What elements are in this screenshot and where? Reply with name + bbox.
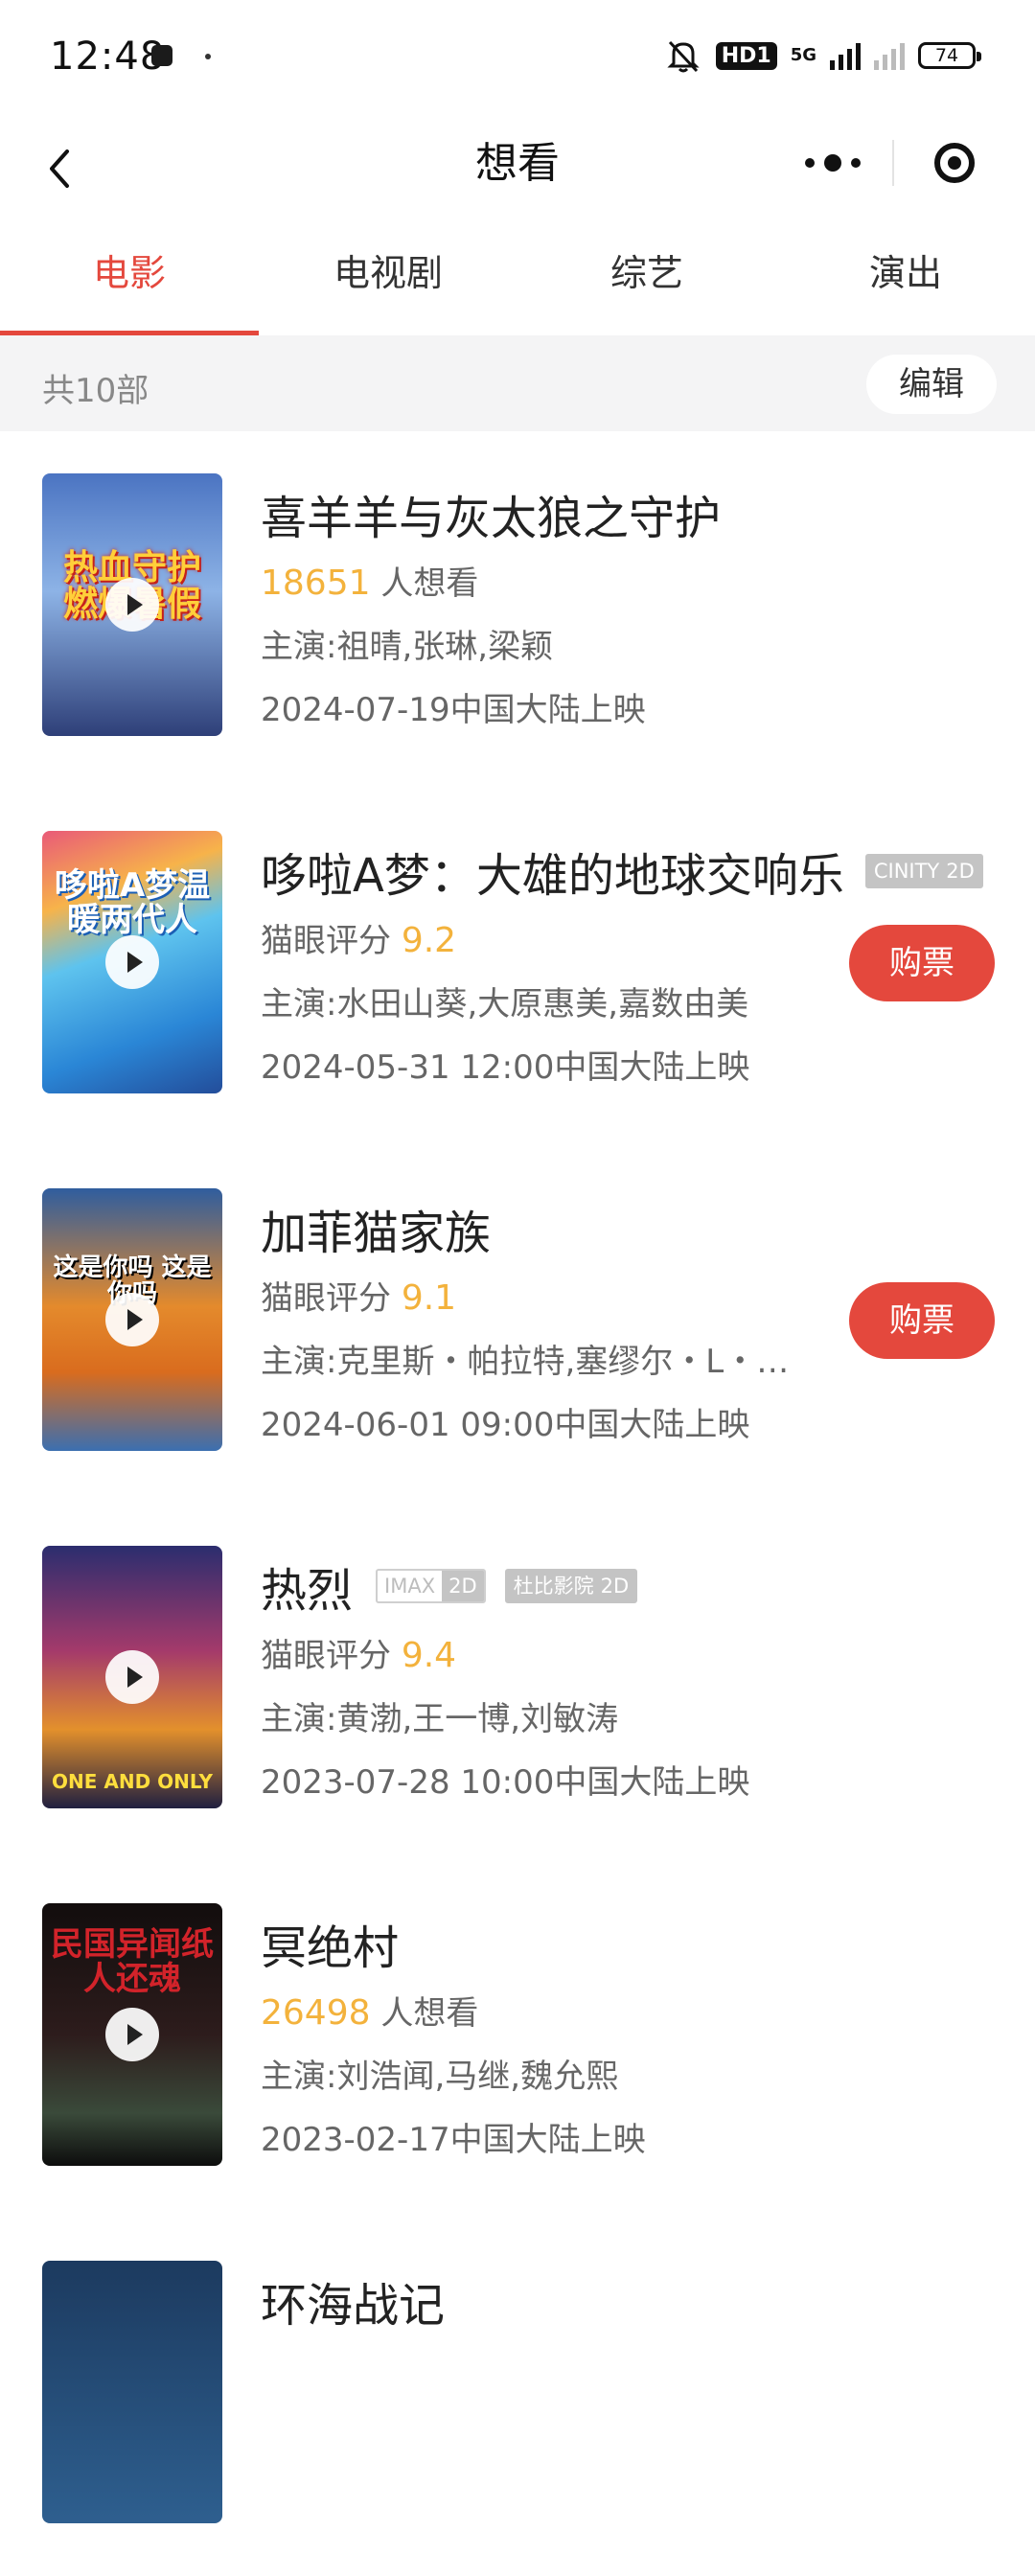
movie-poster[interactable]: 这是你吗 这是你吗 bbox=[42, 1188, 222, 1451]
movie-poster[interactable] bbox=[42, 2261, 222, 2523]
nav-bar: 想看 bbox=[0, 115, 1035, 220]
movie-release: 2023-07-28 10:00中国大陆上映 bbox=[261, 1763, 750, 1802]
movie-cast: 主演:刘浩闻,马继,魏允熙 bbox=[261, 2058, 619, 2096]
movie-title: 加菲猫家族 bbox=[261, 1207, 492, 1260]
dolby-tag: 杜比影院 2D bbox=[504, 1569, 638, 1603]
want-label: 人想看 bbox=[370, 1994, 479, 2033]
play-icon[interactable] bbox=[105, 2008, 159, 2061]
network-type: 5G bbox=[790, 45, 816, 65]
list-summary-bar: 共10部 编辑 bbox=[0, 335, 1035, 431]
want-count: 26498 bbox=[261, 1993, 371, 2033]
tab-variety[interactable]: 综艺 bbox=[518, 220, 776, 335]
movie-list-item[interactable]: 这是你吗 这是你吗 加菲猫家族 猫眼评分 9.1 主演:克里斯・帕拉特,塞缪尔・… bbox=[0, 1146, 1035, 1504]
movie-release: 2024-07-19中国大陆上映 bbox=[261, 691, 646, 729]
movie-list: 热血守护燃爆暑假 喜羊羊与灰太狼之守护 18651 人想看 主演:祖晴,张琳,梁… bbox=[0, 431, 1035, 2576]
movie-title: 喜羊羊与灰太狼之守护 bbox=[261, 492, 722, 545]
poster-text: ONE AND ONLY bbox=[52, 1770, 213, 1793]
tag-format: CINITY bbox=[873, 860, 940, 883]
tab-movies[interactable]: 电影 bbox=[0, 220, 259, 335]
imax-tag: IMAX 2D bbox=[376, 1569, 486, 1603]
poster-text: 哆啦A梦温暖两代人 bbox=[54, 866, 211, 939]
more-icon[interactable] bbox=[772, 125, 892, 201]
play-icon[interactable] bbox=[105, 1650, 159, 1704]
play-icon[interactable] bbox=[105, 578, 159, 632]
movie-list-item[interactable]: 民国异闻纸人还魂 冥绝村 26498 人想看 主演:刘浩闻,马继,魏允熙 202… bbox=[0, 1861, 1035, 2219]
movie-info: 环海战记 bbox=[261, 2270, 1006, 2333]
movie-metric: 猫眼评分 9.4 bbox=[261, 1632, 1006, 1680]
play-icon[interactable] bbox=[105, 935, 159, 989]
want-label: 人想看 bbox=[370, 564, 479, 603]
movie-poster[interactable]: 民国异闻纸人还魂 bbox=[42, 1903, 222, 2166]
signal-secondary-icon bbox=[874, 41, 905, 70]
notification-dot-icon bbox=[205, 54, 211, 59]
movie-poster[interactable]: 热血守护燃爆暑假 bbox=[42, 473, 222, 736]
tag-dimension: 2D bbox=[600, 1575, 630, 1598]
movie-poster[interactable]: 哆啦A梦温暖两代人 bbox=[42, 831, 222, 1093]
play-icon[interactable] bbox=[105, 1293, 159, 1346]
tag-format: IMAX bbox=[384, 1575, 436, 1598]
battery-icon: 74 bbox=[918, 42, 981, 69]
format-tag: CINITY 2D bbox=[864, 854, 983, 888]
movie-release: 2024-06-01 09:00中国大陆上映 bbox=[261, 1406, 750, 1444]
rating-value: 9.1 bbox=[401, 1278, 457, 1318]
tag-dimension: 2D bbox=[442, 1571, 484, 1601]
movie-release: 2023-02-17中国大陆上映 bbox=[261, 2121, 646, 2159]
movie-list-item[interactable]: 环海战记 bbox=[0, 2219, 1035, 2576]
category-tabs: 电影 电视剧 综艺 演出 bbox=[0, 220, 1035, 335]
tab-tv-series[interactable]: 电视剧 bbox=[259, 220, 518, 335]
movie-cast: 主演:祖晴,张琳,梁颖 bbox=[261, 628, 554, 666]
movie-metric: 26498 人想看 bbox=[261, 1990, 1006, 2037]
movie-cast: 主演:克里斯・帕拉特,塞缪尔・L・… bbox=[261, 1343, 790, 1381]
edit-button[interactable]: 编辑 bbox=[866, 355, 997, 414]
movie-metric: 18651 人想看 bbox=[261, 560, 1006, 608]
movie-info: 冥绝村 26498 人想看 主演:刘浩闻,马继,魏允熙 2023-02-17中国… bbox=[261, 1913, 1006, 2164]
movie-info: 热烈 IMAX 2D 杜比影院 2D 猫眼评分 9.4 主演:黄渤,王一博,刘敏涛 … bbox=[261, 1555, 1006, 1806]
buy-ticket-button[interactable]: 购票 bbox=[849, 925, 995, 1001]
tag-dimension: 2D bbox=[946, 860, 975, 883]
movie-poster[interactable]: ONE AND ONLY bbox=[42, 1546, 222, 1808]
signal-icon bbox=[830, 41, 861, 70]
status-time: 12:48 bbox=[50, 34, 166, 79]
movie-list-item[interactable]: 热血守护燃爆暑假 喜羊羊与灰太狼之守护 18651 人想看 主演:祖晴,张琳,梁… bbox=[0, 431, 1035, 789]
movie-title: 热烈 bbox=[261, 1564, 354, 1618]
movie-list-item[interactable]: 哆啦A梦温暖两代人 哆啦A梦：大雄的地球交响乐 CINITY 2D 猫眼评分 9.… bbox=[0, 789, 1035, 1146]
movie-title: 冥绝村 bbox=[261, 1921, 400, 1975]
status-icons: HD1 5G 74 bbox=[664, 36, 981, 75]
close-mini-program-icon[interactable] bbox=[894, 125, 1014, 201]
status-bar: 12:48 HD1 5G 74 bbox=[0, 0, 1035, 115]
rating-label: 猫眼评分 bbox=[261, 922, 402, 960]
buy-ticket-button[interactable]: 购票 bbox=[849, 1282, 995, 1359]
movie-info: 喜羊羊与灰太狼之守护 18651 人想看 主演:祖晴,张琳,梁颖 2024-07… bbox=[261, 483, 1006, 734]
rating-value: 9.4 bbox=[401, 1636, 457, 1675]
rating-label: 猫眼评分 bbox=[261, 1637, 402, 1675]
movie-title: 哆啦A梦：大雄的地球交响乐 bbox=[261, 849, 844, 903]
tab-performance[interactable]: 演出 bbox=[776, 220, 1035, 335]
item-count: 共10部 bbox=[42, 372, 150, 410]
mute-bell-icon bbox=[664, 36, 702, 75]
mini-program-capsule bbox=[772, 125, 1014, 201]
movie-release: 2024-05-31 12:00中国大陆上映 bbox=[261, 1048, 750, 1087]
poster-text: 民国异闻纸人还魂 bbox=[51, 1925, 214, 1998]
movie-title: 环海战记 bbox=[261, 2279, 446, 2333]
rating-label: 猫眼评分 bbox=[261, 1279, 402, 1318]
movie-cast: 主演:黄渤,王一博,刘敏涛 bbox=[261, 1700, 619, 1738]
rating-value: 9.2 bbox=[401, 921, 457, 960]
hd-badge: HD1 bbox=[715, 41, 777, 70]
app-notification-icon bbox=[151, 45, 172, 66]
tag-format: 杜比影院 bbox=[513, 1575, 594, 1598]
movie-list-item[interactable]: ONE AND ONLY 热烈 IMAX 2D 杜比影院 2D 猫眼评分 9.4 主… bbox=[0, 1504, 1035, 1861]
want-count: 18651 bbox=[261, 564, 371, 603]
